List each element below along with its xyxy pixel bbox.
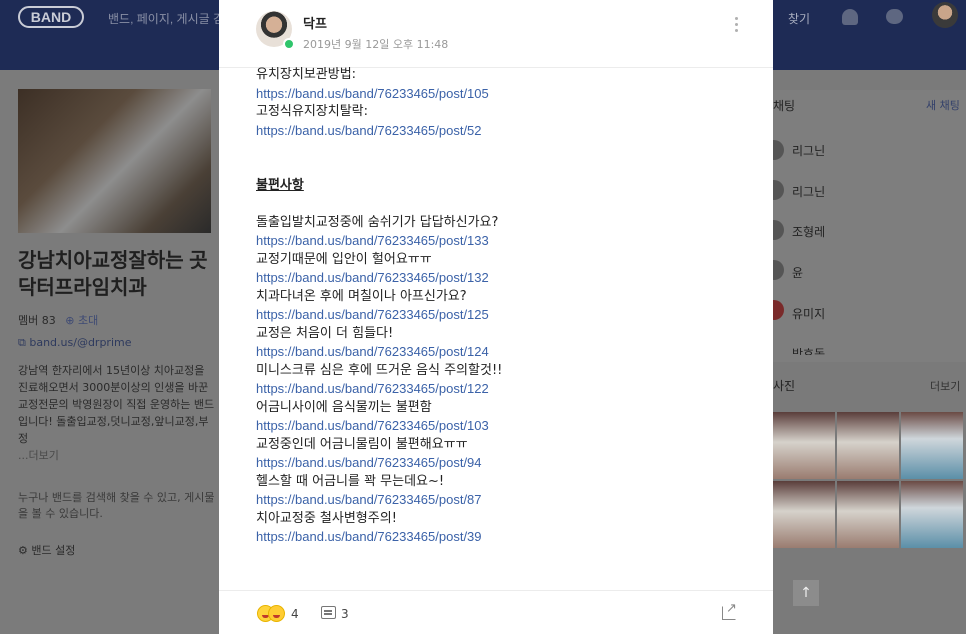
chat-item[interactable]: 윤 bbox=[792, 264, 803, 281]
post-link[interactable]: https://band.us/band/76233465/post/105 bbox=[256, 85, 746, 104]
post-link[interactable]: https://band.us/band/76233465/post/103 bbox=[256, 417, 746, 436]
band-cover-image bbox=[18, 89, 211, 233]
photo-more-link[interactable]: 더보기 bbox=[930, 378, 960, 394]
post-text-line: 치과다녀온 후에 며칠이나 아프신가요? bbox=[256, 288, 467, 304]
post-modal: 닥프 2019년 9월 12일 오후 11:48 유치장치보관방법: https… bbox=[219, 0, 773, 634]
find-button[interactable]: 찾기 bbox=[788, 10, 810, 27]
chat-bubble-icon[interactable] bbox=[886, 9, 903, 24]
comment-count[interactable]: 3 bbox=[341, 607, 349, 621]
post-text-line: 고정식유지장치탈락: bbox=[256, 104, 369, 119]
chat-item[interactable]: 조형레 bbox=[792, 223, 825, 240]
post-link[interactable]: https://band.us/band/76233465/post/133 bbox=[256, 232, 746, 251]
post-text-line: 돌출입발치교정중에 숨쉬기가 답답하신가요? bbox=[256, 214, 499, 230]
emotion-count[interactable]: 4 bbox=[291, 607, 299, 621]
more-link[interactable]: ...더보기 bbox=[18, 447, 218, 464]
photo-thumbnail[interactable] bbox=[773, 481, 835, 548]
band-title: 강남치아교정잘하는 곳 닥터프라임치과 bbox=[18, 250, 208, 299]
post-text-line: 교정중인데 어금니물림이 불편해요ㅠㅠ bbox=[256, 436, 468, 452]
post-link[interactable]: https://band.us/band/76233465/post/52 bbox=[256, 122, 746, 141]
photo-thumbnail[interactable] bbox=[837, 412, 899, 479]
emotion-button[interactable] bbox=[257, 605, 287, 623]
photo-thumbnail[interactable] bbox=[901, 412, 963, 479]
chat-item[interactable]: 박효동 bbox=[792, 345, 825, 355]
chat-panel-title: 채팅 bbox=[773, 99, 796, 113]
photo-thumbnail[interactable] bbox=[837, 481, 899, 548]
new-chat-button[interactable]: 새 채팅 bbox=[926, 97, 960, 113]
post-link[interactable]: https://band.us/band/76233465/post/132 bbox=[256, 269, 746, 288]
leader-badge-icon bbox=[283, 38, 295, 50]
band-url-link[interactable]: ⧉ band.us/@drprime bbox=[18, 336, 132, 350]
invite-label: 초대 bbox=[77, 314, 99, 327]
chat-item[interactable]: 리그닌 bbox=[792, 142, 825, 159]
chat-item[interactable]: 유미지 bbox=[792, 305, 825, 322]
post-text-line: 교정은 처음이 더 힘들다! bbox=[256, 325, 394, 341]
comment-icon[interactable] bbox=[321, 606, 336, 619]
scroll-top-button[interactable]: ↑ bbox=[793, 580, 819, 606]
author-name[interactable]: 닥프 bbox=[303, 13, 327, 32]
heart-eyes-emoji-icon bbox=[268, 605, 285, 622]
section-heading: 불편사항 bbox=[256, 178, 304, 193]
chat-item[interactable]: 리그닌 bbox=[792, 183, 825, 200]
post-text-line: 교정기때문에 입안이 헐어요ㅠㅠ bbox=[256, 251, 432, 267]
post-link[interactable]: https://band.us/band/76233465/post/94 bbox=[256, 454, 746, 473]
post-body: 유치장치보관방법: https://band.us/band/76233465/… bbox=[256, 66, 746, 547]
bell-icon[interactable] bbox=[842, 9, 858, 25]
post-text-line: 어금니사이에 음식물끼는 불편함 bbox=[256, 399, 432, 415]
more-options-icon[interactable] bbox=[731, 17, 741, 37]
post-link[interactable]: https://band.us/band/76233465/post/125 bbox=[256, 306, 746, 325]
post-text-line: 헬스할 때 어금니를 꽉 무는데요~! bbox=[256, 473, 445, 489]
band-logo[interactable]: BAND bbox=[18, 6, 84, 28]
photo-grid bbox=[773, 412, 963, 548]
post-date: 2019년 9월 12일 오후 11:48 bbox=[303, 38, 449, 51]
band-url-text: band.us/@drprime bbox=[29, 336, 132, 349]
post-link[interactable]: https://band.us/band/76233465/post/122 bbox=[256, 380, 746, 399]
post-link[interactable]: https://band.us/band/76233465/post/87 bbox=[256, 491, 746, 510]
member-count: 멤버 83 bbox=[18, 314, 56, 327]
user-avatar[interactable] bbox=[932, 2, 958, 28]
photo-section-title: 사진 bbox=[773, 379, 796, 393]
search-input[interactable]: 밴드, 페이지, 게시글 검 bbox=[108, 10, 224, 27]
post-text-line: 치아교정중 철사변형주의! bbox=[256, 510, 397, 526]
photo-thumbnail[interactable] bbox=[773, 412, 835, 479]
post-footer: 4 3 bbox=[219, 590, 773, 634]
post-link[interactable]: https://band.us/band/76233465/post/124 bbox=[256, 343, 746, 362]
post-text-line: 미니스크류 심은 후에 뜨거운 음식 주의할것!! bbox=[256, 362, 503, 378]
band-description: 강남역 한자리에서 15년이상 치아교정을 진료해오면서 3000분이상의 인생… bbox=[18, 362, 218, 464]
band-member-info: 멤버 83 ⊕ 초대 bbox=[18, 312, 98, 328]
post-link[interactable]: https://band.us/band/76233465/post/39 bbox=[256, 528, 746, 547]
band-settings-link[interactable]: ⚙ 밴드 설정 bbox=[18, 542, 75, 558]
photo-thumbnail[interactable] bbox=[901, 481, 963, 548]
post-text-line: 유치장치보관방법: bbox=[256, 67, 357, 82]
share-icon[interactable] bbox=[722, 601, 737, 620]
invite-button[interactable]: ⊕ 초대 bbox=[65, 314, 98, 327]
band-description-text: 강남역 한자리에서 15년이상 치아교정을 진료해오면서 3000분이상의 인생… bbox=[18, 364, 215, 445]
band-visibility-notice: 누구나 밴드를 검색해 찾을 수 있고, 게시물을 볼 수 있습니다. bbox=[18, 491, 215, 520]
post-header: 닥프 2019년 9월 12일 오후 11:48 bbox=[219, 0, 773, 68]
band-settings-label: 밴드 설정 bbox=[31, 544, 76, 557]
